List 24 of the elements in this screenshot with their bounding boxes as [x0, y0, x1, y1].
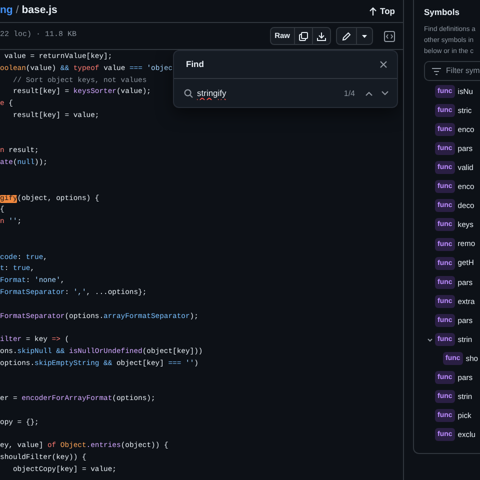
breadcrumb-separator: / — [16, 3, 19, 18]
breadcrumb-link[interactable]: ng — [0, 3, 13, 19]
caret-icon — [362, 34, 367, 38]
close-button[interactable] — [378, 59, 389, 70]
panel-icon — [384, 30, 395, 42]
find-title: Find — [186, 58, 204, 71]
previous-match-button[interactable] — [363, 89, 375, 98]
arrow-up-icon — [369, 6, 378, 16]
symbols-toggle-button[interactable] — [382, 28, 397, 44]
match-count: 1/4 — [344, 88, 355, 100]
close-icon — [380, 61, 387, 68]
chevron-down-icon — [381, 91, 389, 96]
copy-icon — [299, 32, 308, 40]
next-match-button[interactable] — [379, 89, 391, 98]
download-icon — [317, 32, 326, 40]
filter-icon — [432, 68, 441, 75]
file-name: base.js — [22, 3, 58, 18]
search-icon — [184, 89, 193, 98]
pencil-icon — [342, 32, 351, 40]
panel-title: Symbols — [424, 6, 460, 19]
top-button[interactable]: Top — [369, 4, 395, 18]
chevron-icon[interactable] — [427, 336, 433, 343]
search-field[interactable]: stringify — [197, 87, 327, 100]
chevron-up-icon — [365, 91, 373, 96]
